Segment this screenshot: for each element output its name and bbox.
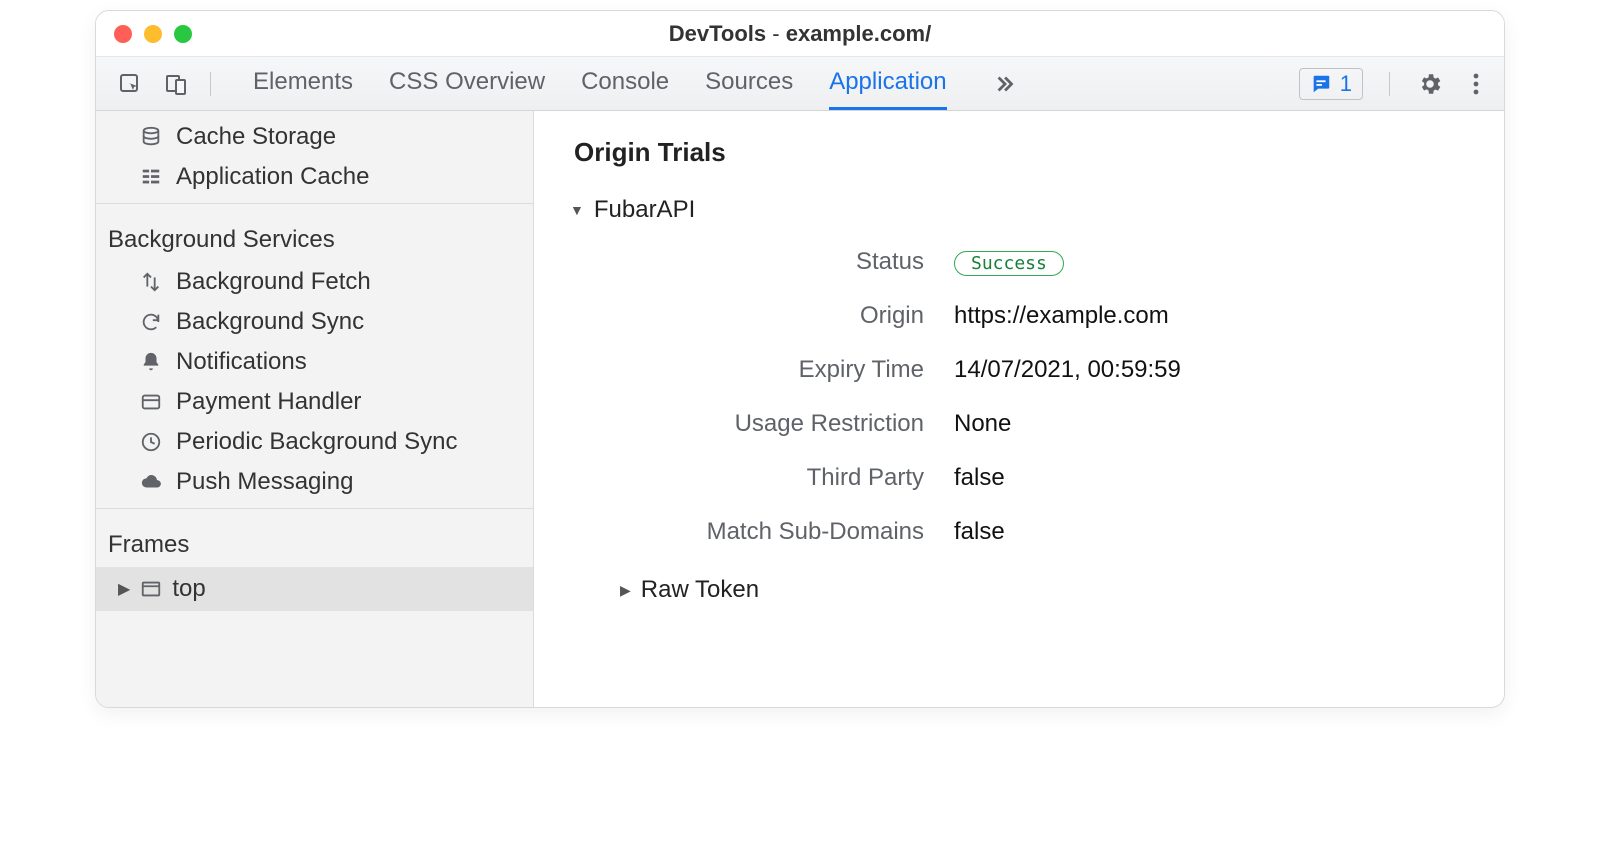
- issues-count: 1: [1340, 71, 1352, 97]
- bell-icon: [140, 351, 162, 373]
- raw-token-label: Raw Token: [641, 576, 759, 604]
- clock-icon: [140, 431, 162, 453]
- value-subdomain: false: [954, 518, 1464, 546]
- trial-name: FubarAPI: [594, 196, 695, 224]
- toolbar-separator: [210, 72, 211, 96]
- page-title: Origin Trials: [574, 137, 1464, 168]
- sidebar-item-frame-top[interactable]: ▶ top: [96, 567, 533, 611]
- value-expiry: 14/07/2021, 00:59:59: [954, 356, 1464, 384]
- disclosure-triangle-icon: ▼: [570, 202, 584, 218]
- sidebar-section-background: Background Services Background Fetch Bac…: [96, 204, 533, 509]
- kebab-icon: [1473, 72, 1479, 96]
- sidebar-item-periodic-sync[interactable]: Periodic Background Sync: [96, 422, 533, 462]
- value-third-party: false: [954, 464, 1464, 492]
- sidebar-item-background-sync[interactable]: Background Sync: [96, 302, 533, 342]
- settings-button[interactable]: [1416, 70, 1444, 98]
- status-badge: Success: [954, 251, 1064, 276]
- tab-elements[interactable]: Elements: [253, 57, 353, 110]
- tab-console[interactable]: Console: [581, 57, 669, 110]
- sidebar-heading-frames: Frames: [96, 515, 533, 567]
- device-toolbar-button[interactable]: [156, 66, 196, 102]
- raw-token-row[interactable]: ▶ Raw Token: [620, 576, 1464, 604]
- main-toolbar: Elements CSS Overview Console Sources Ap…: [96, 57, 1504, 111]
- application-sidebar: Cache Storage Application Cache Backgrou…: [96, 111, 534, 707]
- trial-row[interactable]: ▼ FubarAPI: [570, 196, 1464, 224]
- inspect-element-button[interactable]: [110, 66, 150, 102]
- sidebar-item-push-messaging[interactable]: Push Messaging: [96, 462, 533, 502]
- value-origin: https://example.com: [954, 302, 1464, 330]
- sidebar-heading-background-services: Background Services: [96, 210, 533, 262]
- sidebar-item-application-cache[interactable]: Application Cache: [96, 157, 533, 197]
- value-usage: None: [954, 410, 1464, 438]
- sidebar-item-cache-storage[interactable]: Cache Storage: [96, 117, 533, 157]
- grid-icon: [140, 166, 162, 188]
- tab-sources[interactable]: Sources: [705, 57, 793, 110]
- main-content: Origin Trials ▼ FubarAPI Status Success …: [534, 111, 1504, 707]
- trial-details: Status Success Origin https://example.co…: [604, 248, 1464, 546]
- disclosure-triangle-icon: ▶: [620, 582, 631, 599]
- chevrons-right-icon: [991, 71, 1017, 97]
- label-usage: Usage Restriction: [604, 410, 924, 438]
- label-status: Status: [604, 248, 924, 276]
- database-icon: [140, 126, 162, 148]
- window-icon: [140, 578, 162, 600]
- sidebar-item-background-fetch[interactable]: Background Fetch: [96, 262, 533, 302]
- gear-icon: [1417, 71, 1443, 97]
- credit-card-icon: [140, 391, 162, 413]
- more-options-button[interactable]: [1462, 70, 1490, 98]
- titlebar: DevTools - example.com/: [96, 11, 1504, 57]
- swap-icon: [140, 271, 162, 293]
- sync-icon: [140, 311, 162, 333]
- sidebar-item-payment-handler[interactable]: Payment Handler: [96, 382, 533, 422]
- panel-body: Cache Storage Application Cache Backgrou…: [96, 111, 1504, 707]
- title-url: example.com/: [786, 21, 932, 46]
- panel-tabs: Elements CSS Overview Console Sources Ap…: [253, 57, 1293, 110]
- label-origin: Origin: [604, 302, 924, 330]
- cloud-icon: [140, 471, 162, 493]
- window-title: DevTools - example.com/: [96, 21, 1504, 47]
- toolbar-separator: [1389, 72, 1390, 96]
- sidebar-section-cache: Cache Storage Application Cache: [96, 111, 533, 204]
- sidebar-section-frames: Frames ▶ top: [96, 509, 533, 617]
- disclosure-triangle-icon: ▶: [118, 579, 130, 599]
- title-app: DevTools: [669, 21, 766, 46]
- label-expiry: Expiry Time: [604, 356, 924, 384]
- value-status: Success: [954, 248, 1464, 276]
- tab-css-overview[interactable]: CSS Overview: [389, 57, 545, 110]
- toolbar-right: 1: [1299, 68, 1490, 100]
- issues-counter[interactable]: 1: [1299, 68, 1363, 100]
- more-tabs-button[interactable]: [983, 57, 1025, 110]
- devtools-window: DevTools - example.com/ Elements CSS Ove…: [95, 10, 1505, 708]
- label-subdomain: Match Sub-Domains: [604, 518, 924, 546]
- label-third-party: Third Party: [604, 464, 924, 492]
- sidebar-item-notifications[interactable]: Notifications: [96, 342, 533, 382]
- tab-application[interactable]: Application: [829, 57, 946, 110]
- chat-icon: [1310, 73, 1332, 95]
